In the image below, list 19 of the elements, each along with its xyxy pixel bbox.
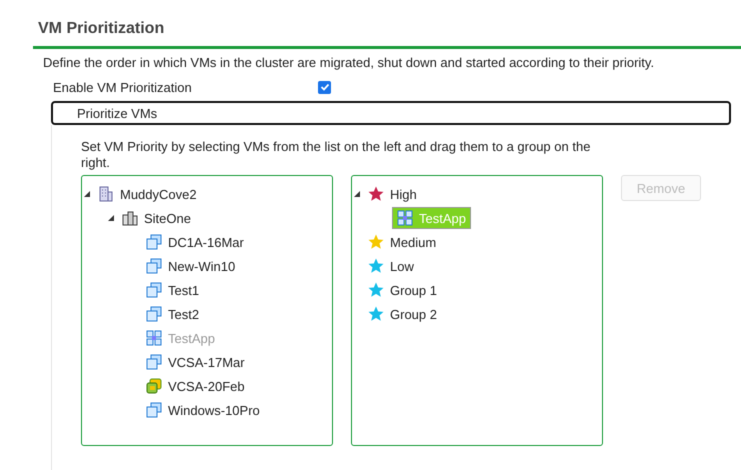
section-title: VM Prioritization <box>38 20 166 39</box>
instructions-text: Set VM Priority by selecting VMs from the list on the left and drag them to a group on the right. <box>81 139 592 171</box>
tree-item[interactable]: Group 2 <box>390 306 437 322</box>
tree-item[interactable]: Windows-10Pro <box>168 402 260 418</box>
tree-item[interactable]: VCSA-20Feb <box>168 378 245 394</box>
description-text: Define the order in which VMs in the cluster are migrated, shut down and started according to their priority. <box>43 55 656 71</box>
tree-item[interactable]: High <box>390 186 417 202</box>
tree-item[interactable]: SiteOne <box>144 210 191 226</box>
tree-item[interactable]: New-Win10 <box>168 258 236 274</box>
panel-header[interactable]: Prioritize VMs <box>51 101 731 125</box>
tree-item[interactable]: Medium <box>390 234 436 250</box>
tree-item[interactable]: VCSA-17Mar <box>168 354 245 370</box>
tree-item[interactable]: Group 1 <box>390 282 437 298</box>
enable-label: Enable VM Prioritization <box>53 80 193 94</box>
tree-item[interactable]: Test2 <box>168 306 200 322</box>
tree-item[interactable]: Test1 <box>168 282 200 298</box>
tree-item[interactable]: MuddyCove2 <box>120 186 197 202</box>
tree-item[interactable]: DC1A-16Mar <box>168 234 244 250</box>
tree-item[interactable]: Low <box>390 258 414 274</box>
